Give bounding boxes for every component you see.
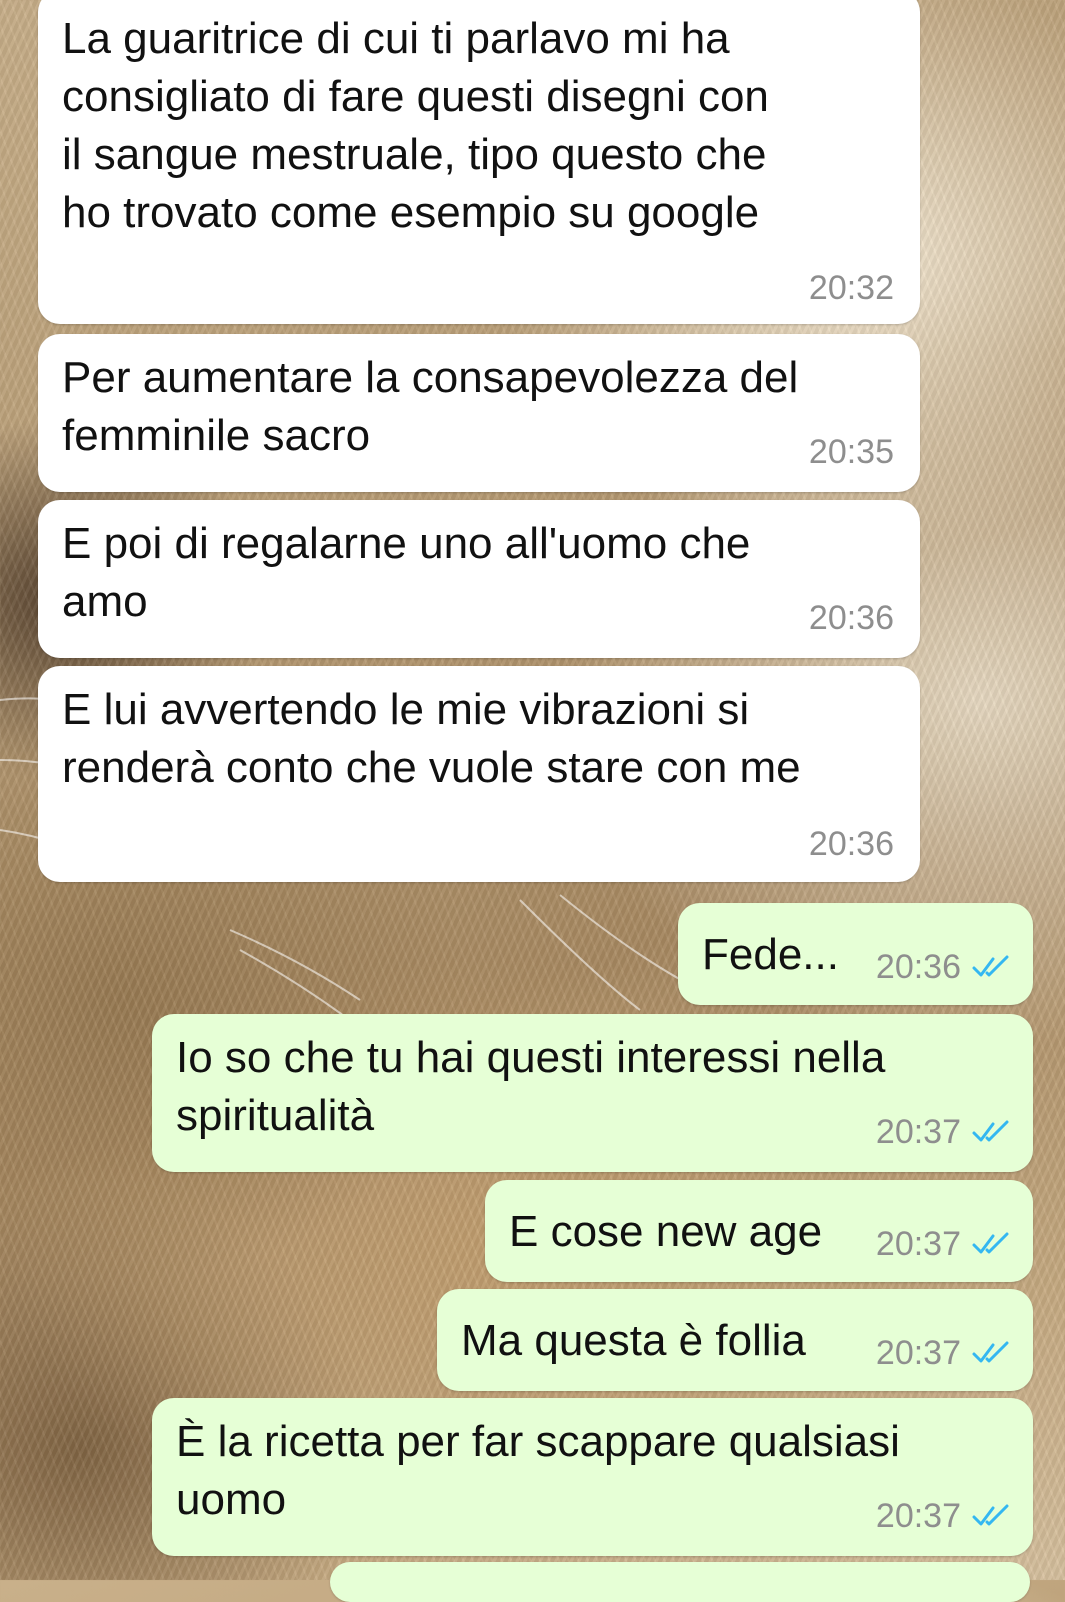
chat-messages: La guaritrice di cui ti parlavo mi ha co… [0, 0, 1065, 1602]
double-check-icon [972, 955, 1009, 977]
incoming-message[interactable]: La guaritrice di cui ti parlavo mi ha co… [38, 0, 920, 324]
outgoing-message[interactable]: È la ricetta per far scappare qualsiasi … [152, 1398, 1033, 1556]
message-text: Per aumentare la consapevolezza del femm… [62, 353, 799, 460]
message-time: 20:37 [875, 1497, 961, 1535]
message-time: 20:32 [808, 269, 894, 307]
incoming-message[interactable]: E lui avvertendo le mie vibrazioni si re… [38, 666, 920, 882]
incoming-message[interactable]: E poi di regalarne uno all'uomo che amo … [38, 500, 920, 658]
outgoing-message[interactable]: E cose new age 20:37 [485, 1180, 1033, 1282]
message-text: La guaritrice di cui ti parlavo mi ha co… [62, 14, 769, 237]
double-check-icon [972, 1504, 1009, 1526]
outgoing-message-partial[interactable] [330, 1562, 1030, 1602]
outgoing-message[interactable]: Io so che tu hai questi interessi nella … [152, 1014, 1033, 1172]
message-text: E lui avvertendo le mie vibrazioni si re… [62, 685, 801, 792]
incoming-message[interactable]: Per aumentare la consapevolezza del femm… [38, 334, 920, 492]
message-text: Fede... [702, 930, 839, 979]
message-meta: 20:37 [876, 1496, 1011, 1536]
message-time: 20:37 [875, 1334, 961, 1372]
message-time: 20:37 [875, 1225, 961, 1263]
message-time: 20:35 [808, 433, 894, 471]
message-meta: 20:37 [876, 1333, 1011, 1373]
outgoing-message[interactable]: Fede... 20:36 [678, 903, 1033, 1005]
message-text: E cose new age [509, 1207, 823, 1256]
double-check-icon [972, 1341, 1009, 1363]
message-time: 20:36 [808, 825, 894, 863]
message-time: 20:37 [875, 1113, 961, 1151]
message-text: E poi di regalarne uno all'uomo che amo [62, 519, 751, 626]
message-time: 20:36 [875, 948, 961, 986]
message-text: Ma questa è follia [461, 1316, 806, 1365]
message-meta: 20:36 [876, 947, 1011, 987]
outgoing-message[interactable]: Ma questa è follia 20:37 [437, 1289, 1033, 1391]
double-check-icon [972, 1120, 1009, 1142]
message-time: 20:36 [808, 599, 894, 637]
message-meta: 20:37 [876, 1224, 1011, 1264]
double-check-icon [972, 1232, 1009, 1254]
message-meta: 20:37 [876, 1112, 1011, 1152]
